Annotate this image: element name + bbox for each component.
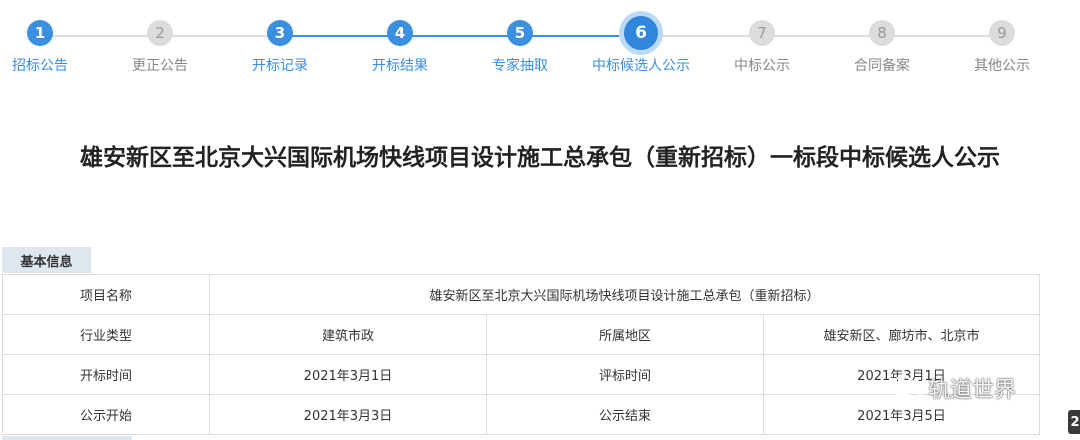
step-5[interactable]: 5 专家抽取 xyxy=(460,20,580,75)
step-number: 4 xyxy=(387,20,413,46)
progress-stepper: 1 招标公告 2 更正公告 3 开标记录 4 开标结果 5 专家抽取 6 中标候选人公示 7 中标公示 8 合… xyxy=(0,0,1080,100)
step-label: 开标记录 xyxy=(252,58,308,74)
region-value: 雄安新区、廊坊市、北京市 xyxy=(763,314,1040,355)
step-1[interactable]: 1 招标公告 xyxy=(0,20,100,75)
step-label: 合同备案 xyxy=(854,58,910,74)
industry-value: 建筑市政 xyxy=(209,314,487,355)
step-label: 开标结果 xyxy=(372,58,428,74)
floating-badge[interactable]: 2 xyxy=(1068,410,1080,434)
industry-label: 行业类型 xyxy=(2,314,210,355)
project-name-value: 雄安新区至北京大兴国际机场快线项目设计施工总承包（重新招标） xyxy=(209,274,1040,315)
table-row: 项目名称 雄安新区至北京大兴国际机场快线项目设计施工总承包（重新招标） xyxy=(2,274,1040,315)
step-8[interactable]: 8 合同备案 xyxy=(822,20,942,75)
section-tab-strip xyxy=(2,436,132,440)
step-number: 5 xyxy=(507,20,533,46)
step-label: 中标候选人公示 xyxy=(592,58,690,74)
step-label: 中标公示 xyxy=(734,58,790,74)
step-label: 更正公告 xyxy=(132,58,188,74)
basic-info-table: 项目名称 雄安新区至北京大兴国际机场快线项目设计施工总承包（重新招标） 行业类型… xyxy=(2,274,1040,435)
step-label: 招标公告 xyxy=(12,58,68,74)
step-4[interactable]: 4 开标结果 xyxy=(340,20,460,75)
step-number: 8 xyxy=(869,20,895,46)
step-number: 7 xyxy=(749,20,775,46)
table-row: 公示开始 2021年3月3日 公示结束 2021年3月5日 xyxy=(2,394,1040,435)
publish-start-label: 公示开始 xyxy=(2,394,210,435)
step-number: 6 xyxy=(619,11,663,55)
step-number: 3 xyxy=(267,20,293,46)
step-9[interactable]: 9 其他公示 xyxy=(942,20,1062,75)
step-number: 1 xyxy=(27,20,53,46)
project-name-label: 项目名称 xyxy=(2,274,210,315)
eval-time-label: 评标时间 xyxy=(486,354,764,395)
section-tab-basic-info[interactable]: 基本信息 xyxy=(2,247,91,273)
step-3[interactable]: 3 开标记录 xyxy=(220,20,340,75)
step-label: 专家抽取 xyxy=(492,58,548,74)
table-row: 开标时间 2021年3月1日 评标时间 2021年3月1日 xyxy=(2,354,1040,395)
step-2[interactable]: 2 更正公告 xyxy=(100,20,220,75)
watermark-text: 轨道世界 xyxy=(928,378,1017,403)
wechat-icon xyxy=(891,376,922,400)
open-time-label: 开标时间 xyxy=(2,354,210,395)
step-6[interactable]: 6 中标候选人公示 xyxy=(581,11,701,75)
step-number: 9 xyxy=(989,20,1015,46)
publish-start-value: 2021年3月3日 xyxy=(209,394,487,435)
publish-end-label: 公示结束 xyxy=(486,394,764,435)
region-label: 所属地区 xyxy=(486,314,764,355)
page-title: 雄安新区至北京大兴国际机场快线项目设计施工总承包（重新招标）一标段中标候选人公示 xyxy=(80,145,1000,171)
step-7[interactable]: 7 中标公示 xyxy=(702,20,822,75)
table-row: 行业类型 建筑市政 所属地区 雄安新区、廊坊市、北京市 xyxy=(2,314,1040,355)
step-number: 2 xyxy=(147,20,173,46)
watermark: 轨道世界 xyxy=(890,372,1016,404)
step-label: 其他公示 xyxy=(974,58,1030,74)
open-time-value: 2021年3月1日 xyxy=(209,354,487,395)
